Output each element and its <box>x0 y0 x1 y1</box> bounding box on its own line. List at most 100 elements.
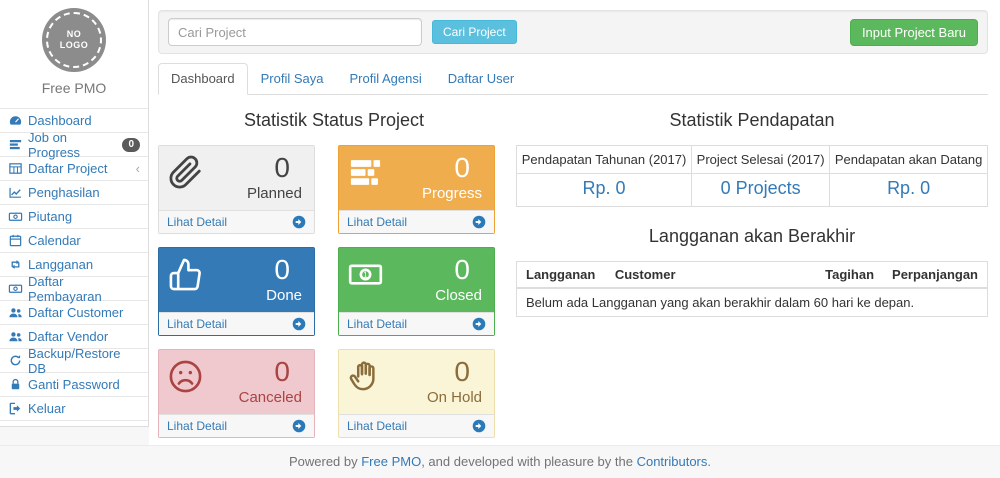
refresh-icon <box>8 353 23 369</box>
sidebar-item-label: Langganan <box>28 257 93 272</box>
column-header: Perpanjangan <box>883 262 987 289</box>
brand-name: Free PMO <box>0 80 148 96</box>
income-stats-table: Pendapatan Tahunan (2017) Project Selesa… <box>516 145 988 207</box>
table-icon <box>8 161 23 177</box>
lihat-detail-link[interactable]: Lihat Detail <box>339 210 494 233</box>
free-pmo-link[interactable]: Free PMO <box>361 454 421 469</box>
contributors-link[interactable]: Contributors <box>637 454 708 469</box>
money-icon <box>8 209 23 225</box>
repeat-icon <box>8 257 23 273</box>
income-stat-label: Pendapatan akan Datang <box>830 146 988 174</box>
status-section: Statistik Status Project 0 Planned Lihat… <box>158 108 510 451</box>
sidebar-item-label: Keluar <box>28 401 66 416</box>
tasks-icon <box>348 155 383 190</box>
sidebar-item-daftar-pembayaran[interactable]: Daftar Pembayaran <box>0 277 148 301</box>
status-card-body: 0 Done <box>159 248 314 312</box>
footer-text: , and developed with pleasure by the <box>421 454 636 469</box>
users-icon <box>8 329 23 345</box>
sidebar-item-label: Dashboard <box>28 113 92 128</box>
tab-daftar-user[interactable]: Daftar User <box>435 63 527 95</box>
sidebar-menu: Dashboard Job on Progress 0 Daftar Proje… <box>0 108 148 421</box>
footer-text: . <box>707 454 711 469</box>
income-section: Statistik Pendapatan Pendapatan Tahunan … <box>516 108 988 451</box>
sidebar-item-label: Piutang <box>28 209 72 224</box>
income-stat-label: Pendapatan Tahunan (2017) <box>517 146 692 174</box>
arrow-circle-right-icon <box>292 215 306 229</box>
job-count-badge: 0 <box>122 138 140 152</box>
svg-text:1: 1 <box>363 270 368 279</box>
money-icon: 1 <box>348 257 383 292</box>
page-footer: Powered by Free PMO, and developed with … <box>0 445 1000 478</box>
lihat-detail-label: Lihat Detail <box>167 419 227 433</box>
lihat-detail-link[interactable]: Lihat Detail <box>159 414 314 437</box>
no-logo-text: NO LOGO <box>60 29 89 52</box>
users-icon <box>8 305 23 321</box>
status-cards: 0 Planned Lihat Detail <box>158 145 510 451</box>
subscription-table: Langganan Customer Tagihan Perpanjangan … <box>516 261 988 317</box>
sidebar-item-daftar-project[interactable]: Daftar Project ‹ <box>0 157 148 181</box>
arrow-circle-right-icon <box>292 317 306 331</box>
lihat-detail-label: Lihat Detail <box>347 419 407 433</box>
calendar-icon <box>8 233 23 249</box>
arrow-circle-right-icon <box>292 419 306 433</box>
search-button[interactable]: Cari Project <box>432 20 517 44</box>
sidebar-item-job-on-progress[interactable]: Job on Progress 0 <box>0 133 148 157</box>
sidebar-item-label: Ganti Password <box>28 377 120 392</box>
empty-message: Belum ada Langganan yang akan berakhir d… <box>517 288 988 317</box>
sidebar-item-piutang[interactable]: Piutang <box>0 205 148 229</box>
status-card-planned: 0 Planned Lihat Detail <box>158 145 315 234</box>
lihat-detail-link[interactable]: Lihat Detail <box>159 210 314 233</box>
income-stat-value[interactable]: 0 Projects <box>692 174 830 207</box>
lihat-detail-link[interactable]: Lihat Detail <box>339 414 494 437</box>
sign-out-icon <box>8 401 23 417</box>
tab-profil-agensi[interactable]: Profil Agensi <box>336 63 434 95</box>
sidebar-item-label: Daftar Vendor <box>28 329 108 344</box>
status-card-body: 1 0 Closed <box>339 248 494 312</box>
income-stat-value[interactable]: Rp. 0 <box>517 174 692 207</box>
status-card-progress: 0 Progress Lihat Detail <box>338 145 495 234</box>
income-stat-value[interactable]: Rp. 0 <box>830 174 988 207</box>
arrow-circle-right-icon <box>472 215 486 229</box>
sidebar-item-ganti-password[interactable]: Ganti Password <box>0 373 148 397</box>
status-card-done: 0 Done Lihat Detail <box>158 247 315 336</box>
subscription-section-title: Langganan akan Berakhir <box>516 226 988 247</box>
column-header: Langganan <box>517 262 606 289</box>
main-content: Cari Project Input Project Baru Dashboar… <box>149 0 1000 445</box>
lihat-detail-link[interactable]: Lihat Detail <box>339 312 494 335</box>
status-card-body: 0 Canceled <box>159 350 314 414</box>
sidebar-item-label: Job on Progress <box>28 130 122 160</box>
arrow-circle-right-icon <box>472 419 486 433</box>
tab-dashboard[interactable]: Dashboard <box>158 63 248 95</box>
income-stat-label: Project Selesai (2017) <box>692 146 830 174</box>
lihat-detail-label: Lihat Detail <box>167 215 227 229</box>
sidebar-item-daftar-customer[interactable]: Daftar Customer <box>0 301 148 325</box>
lihat-detail-label: Lihat Detail <box>347 215 407 229</box>
status-card-closed: 1 0 Closed Lihat Detail <box>338 247 495 336</box>
hand-icon <box>348 359 383 394</box>
status-card-onhold: 0 On Hold Lihat Detail <box>338 349 495 438</box>
lihat-detail-label: Lihat Detail <box>167 317 227 331</box>
dashboard-icon <box>8 113 23 129</box>
search-input[interactable] <box>168 18 422 46</box>
sidebar-item-backup-restore-db[interactable]: Backup/Restore DB <box>0 349 148 373</box>
arrow-circle-right-icon <box>472 317 486 331</box>
tab-profil-saya[interactable]: Profil Saya <box>248 63 337 95</box>
sidebar-item-label: Penghasilan <box>28 185 100 200</box>
sidebar-item-label: Daftar Pembayaran <box>28 274 140 304</box>
lihat-detail-link[interactable]: Lihat Detail <box>159 312 314 335</box>
status-card-body: 0 Planned <box>159 146 314 210</box>
sidebar-item-label: Backup/Restore DB <box>28 346 140 376</box>
money-icon <box>8 281 23 297</box>
line-chart-icon <box>8 185 23 201</box>
new-project-button[interactable]: Input Project Baru <box>850 19 978 46</box>
table-row: Belum ada Langganan yang akan berakhir d… <box>517 288 988 317</box>
no-logo-badge: NO LOGO <box>42 8 106 72</box>
sidebar-item-penghasilan[interactable]: Penghasilan <box>0 181 148 205</box>
column-header: Customer <box>606 262 816 289</box>
sidebar-item-keluar[interactable]: Keluar <box>0 397 148 421</box>
lock-icon <box>8 377 23 393</box>
status-card-canceled: 0 Canceled Lihat Detail <box>158 349 315 438</box>
tab-bar: Dashboard Profil Saya Profil Agensi Daft… <box>158 63 988 95</box>
sidebar-item-calendar[interactable]: Calendar <box>0 229 148 253</box>
footer-text: Powered by <box>289 454 361 469</box>
